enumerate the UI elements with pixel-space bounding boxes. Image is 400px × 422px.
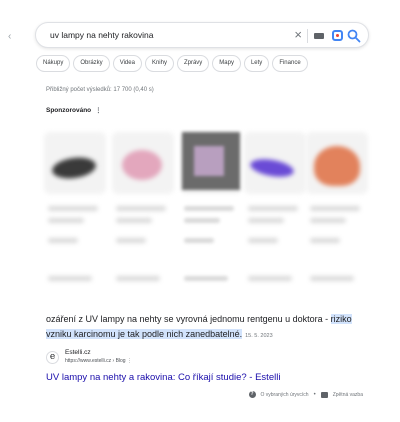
feedback-link[interactable]: Zpětná vazba bbox=[333, 392, 363, 398]
source-url[interactable]: https://www.estelli.cz › Blog ⋮ bbox=[65, 358, 132, 364]
help-icon: ? bbox=[248, 391, 256, 398]
sponsored-products-carousel bbox=[40, 120, 370, 290]
estelli-favicon-icon: e bbox=[46, 351, 59, 364]
feedback-icon bbox=[320, 391, 328, 398]
result-title-link[interactable]: UV lampy na nehty a rakovina: Co říkají … bbox=[46, 372, 280, 383]
search-filter-chips: Nákupy Obrázky Videa Knihy Zprávy Mapy L… bbox=[36, 55, 308, 72]
snippet-text: ozáření z UV lampy na nehty se vyrovná j… bbox=[46, 314, 329, 324]
sponsored-menu-icon[interactable]: ⋮ bbox=[95, 107, 102, 114]
google-lens-icon[interactable] bbox=[332, 30, 343, 41]
chip-books[interactable]: Knihy bbox=[144, 55, 174, 72]
chip-flights[interactable]: Lety bbox=[243, 55, 270, 72]
ad-card[interactable] bbox=[244, 126, 306, 286]
chip-shopping[interactable]: Nákupy bbox=[36, 55, 71, 72]
search-divider bbox=[307, 29, 308, 43]
chip-news[interactable]: Zprávy bbox=[176, 55, 210, 72]
orange-uv-lamp-image bbox=[306, 132, 368, 194]
clear-search-icon[interactable]: × bbox=[294, 27, 302, 43]
result-stats: Přibližný počet výsledků: 17 700 (0,40 s… bbox=[46, 87, 154, 93]
chip-images[interactable]: Obrázky bbox=[73, 55, 110, 72]
ad-card[interactable] bbox=[306, 126, 368, 286]
footer-separator: • bbox=[313, 391, 316, 398]
product-photo-image bbox=[180, 132, 242, 194]
pink-uv-lamp-image bbox=[112, 132, 174, 194]
ad-card[interactable] bbox=[44, 126, 106, 286]
search-bar[interactable]: uv lampy na nehty rakovina × bbox=[35, 22, 369, 48]
ad-card[interactable] bbox=[180, 126, 242, 286]
black-uv-lamp-image bbox=[44, 132, 106, 194]
about-snippets-link[interactable]: O vybraných úryvcích bbox=[261, 392, 309, 398]
featured-snippet: ozáření z UV lampy na nehty se vyrovná j… bbox=[46, 312, 376, 344]
back-arrow-icon[interactable]: ‹ bbox=[8, 31, 11, 42]
snippet-footer: ? O vybraných úryvcích • Zpětná vazba bbox=[248, 391, 363, 398]
search-icon[interactable] bbox=[347, 29, 361, 43]
snippet-date: 15. 5. 2023 bbox=[245, 333, 273, 339]
chip-videos[interactable]: Videa bbox=[112, 55, 142, 72]
source-site-name[interactable]: Estelli.cz bbox=[65, 349, 91, 356]
search-input[interactable]: uv lampy na nehty rakovina bbox=[50, 30, 153, 40]
keyboard-icon[interactable] bbox=[314, 33, 324, 39]
chip-maps[interactable]: Mapy bbox=[212, 55, 241, 72]
purple-uv-lamp-image bbox=[244, 132, 306, 194]
sponsored-label: Sponzorováno bbox=[46, 107, 92, 114]
chip-finance[interactable]: Finance bbox=[272, 55, 308, 72]
sponsored-header: Sponzorováno ⋮ bbox=[46, 106, 102, 114]
source-menu-icon[interactable]: ⋮ bbox=[127, 358, 132, 364]
ad-card[interactable] bbox=[112, 126, 174, 286]
